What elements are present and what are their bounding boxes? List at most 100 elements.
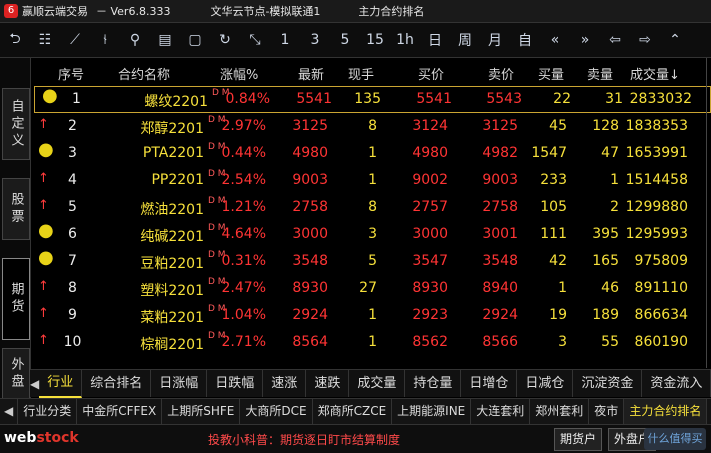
table-row[interactable]: ● 1 螺纹2201 D M 0.84% 5541 135 5541 5543 22 31 28330… [34, 85, 711, 113]
exchange-scroll-left-icon[interactable]: ◀ [0, 399, 19, 424]
table-row[interactable]: ↑ 8 塑料2201 D M 2.47% 8930 27 8930 8940 1 46 891110 [30, 275, 711, 302]
cell-contract-name: 螺纹2201 [144, 94, 208, 110]
tab-futures[interactable]: 期货 [2, 258, 30, 340]
flat-dot-icon: ● [42, 85, 58, 106]
subtab-settled-funds[interactable]: 沉淀资金 [573, 370, 643, 397]
cell-bid-qty: 3 [558, 334, 567, 350]
subtab-overall[interactable]: 综合排名 [82, 370, 152, 397]
save-icon[interactable]: ▢ [180, 23, 210, 57]
cell-contract-name: 菜粕2201 [140, 310, 204, 326]
chevron-up-icon[interactable]: ⌃ [660, 23, 690, 57]
col-pct[interactable]: 涨幅% [220, 64, 258, 83]
subtab-fast-rise[interactable]: 速涨 [263, 370, 307, 397]
cell-bid-qty: 22 [553, 91, 571, 107]
cell-seq: 4 [68, 172, 77, 188]
period-1m[interactable]: 1 [270, 23, 300, 57]
subtab-oi-increase[interactable]: 日增仓 [461, 370, 518, 397]
education-tip[interactable]: 投教小科普：期货逐日盯市结算制度 [208, 431, 400, 448]
exch-tab-ine[interactable]: 上期能源INE [392, 399, 472, 424]
col-volume[interactable]: 成交量↓ [630, 64, 680, 83]
refresh-icon[interactable]: ↻ [210, 23, 240, 57]
candlestick-icon[interactable]: ⫮ [90, 23, 120, 57]
subtab-industry[interactable]: 行业 [39, 369, 83, 398]
cell-bid-price: 9002 [412, 172, 448, 188]
subtab-fast-fall[interactable]: 速跌 [306, 370, 350, 397]
period-3m[interactable]: 3 [300, 23, 330, 57]
collapse-left-icon[interactable]: « [540, 23, 570, 57]
col-seq[interactable]: 序号 [58, 64, 84, 83]
col-hand[interactable]: 现手 [348, 64, 374, 83]
subtab-fund-inflow[interactable]: 资金流入 [642, 370, 711, 397]
tab-stocks[interactable]: 股票 [2, 178, 30, 240]
subtab-day-gain[interactable]: 日涨幅 [151, 370, 208, 397]
cell-bid-price: 8562 [412, 334, 448, 350]
exch-tab-shfe[interactable]: 上期所SHFE [162, 399, 241, 424]
page-title: 主力合约排名 [358, 5, 425, 18]
table-row[interactable]: ● 6 纯碱2201 D M 4.64% 3000 3 3000 3001 111 395 12959… [30, 220, 711, 248]
col-bid-qty[interactable]: 买量 [538, 64, 564, 83]
cell-ask-qty: 128 [592, 118, 619, 134]
arrow-right-icon[interactable]: ⇨ [630, 23, 660, 57]
subtab-open-interest[interactable]: 持仓量 [405, 370, 462, 397]
exch-tab-main-contract-rank[interactable]: 主力合约排名 [624, 399, 708, 424]
cell-current-hand: 27 [359, 280, 377, 296]
period-15m[interactable]: 15 [360, 23, 390, 57]
cell-volume: 1295993 [625, 226, 688, 242]
exch-tab-czce[interactable]: 郑商所CZCE [313, 399, 393, 424]
exch-tab-cffex[interactable]: 中金所CFFEX [77, 399, 163, 424]
col-ask[interactable]: 卖价 [488, 64, 514, 83]
exch-tab-dalian-arb[interactable]: 大连套利 [471, 399, 531, 424]
draw-icon[interactable]: ⤡ [240, 23, 270, 57]
table-row[interactable]: ↑ 10 棕榈2201 D M 2.71% 8564 1 8562 8566 3 55 860190 [30, 329, 711, 356]
col-bid[interactable]: 买价 [418, 64, 444, 83]
futures-account-button[interactable]: 期货户 [554, 428, 603, 451]
arrow-left-icon[interactable]: ⇦ [600, 23, 630, 57]
back-arrow-icon[interactable]: ⮌ [0, 23, 30, 57]
cell-contract-name: 郑醇2201 [140, 121, 204, 137]
table-row[interactable]: ● 7 豆粕2201 D M 0.31% 3548 5 3547 3548 42 165 975809 [30, 247, 711, 275]
subtab-volume[interactable]: 成交量 [349, 370, 406, 397]
up-arrow-icon: ↑ [38, 306, 49, 321]
period-day[interactable]: 日 [420, 23, 450, 57]
tab-foreign[interactable]: 外盘 [2, 348, 30, 400]
table-row[interactable]: ● 3 PTA2201 D M 0.44% 4980 1 4980 4982 1547 47 1653… [30, 139, 711, 167]
cell-seq: 10 [63, 334, 82, 350]
exch-tab-dce[interactable]: 大商所DCE [240, 399, 313, 424]
period-1h[interactable]: 1h [390, 23, 420, 57]
tick-icon[interactable]: ⚲ [120, 23, 150, 57]
period-week[interactable]: 周 [450, 23, 480, 57]
line-chart-icon[interactable]: ⟋ [60, 23, 90, 57]
table-row[interactable]: ↑ 4 PP2201 D M 2.54% 9003 1 9002 9003 233 1 1514458 [30, 167, 711, 194]
app-version: － Ver6.8.333 [96, 5, 171, 18]
list-icon[interactable]: ☷ [30, 23, 60, 57]
exch-tab-zhengzhou-arb[interactable]: 郑州套利 [530, 399, 590, 424]
cell-change-pct: 4.64% [221, 226, 266, 242]
col-name[interactable]: 合约名称 [118, 64, 170, 83]
cell-bid-qty: 1 [558, 280, 567, 296]
subtab-day-loss[interactable]: 日跌幅 [207, 370, 264, 397]
cell-seq: 3 [68, 145, 77, 161]
cell-last-price: 2924 [292, 307, 328, 323]
table-row[interactable]: ↑ 5 燃油2201 D M 1.21% 2758 8 2757 2758 105 2 1299880 [30, 194, 711, 221]
period-custom[interactable]: 自 [510, 23, 540, 57]
period-month[interactable]: 月 [480, 23, 510, 57]
expand-right-icon[interactable]: » [570, 23, 600, 57]
scroll-left-icon[interactable]: ◀ [30, 377, 39, 391]
brand-logo: webstock [4, 430, 79, 446]
promo-badge[interactable]: 什么值得买 [644, 428, 706, 450]
cell-seq: 8 [68, 280, 77, 296]
cell-ask-qty: 55 [601, 334, 619, 350]
exch-tab-night[interactable]: 夜市 [589, 399, 625, 424]
table-row[interactable]: ↑ 9 菜粕2201 D M 1.04% 2924 1 2923 2924 19 189 866634 [30, 302, 711, 329]
board-icon[interactable]: ▤ [150, 23, 180, 57]
exch-tab-industry[interactable]: 行业分类 [18, 399, 78, 424]
subtab-oi-decrease[interactable]: 日减仓 [517, 370, 574, 397]
cell-contract-name: 燃油2201 [140, 202, 204, 218]
tab-custom[interactable]: 自定义 [2, 88, 30, 160]
col-ask-qty[interactable]: 卖量 [587, 64, 613, 83]
up-arrow-icon: ↑ [38, 333, 49, 348]
table-row[interactable]: ↑ 2 郑醇2201 D M 2.97% 3125 8 3124 3125 45 128 183835… [30, 113, 711, 140]
cell-contract-name: 纯碱2201 [140, 229, 204, 245]
col-last[interactable]: 最新 [298, 64, 324, 83]
period-5m[interactable]: 5 [330, 23, 360, 57]
